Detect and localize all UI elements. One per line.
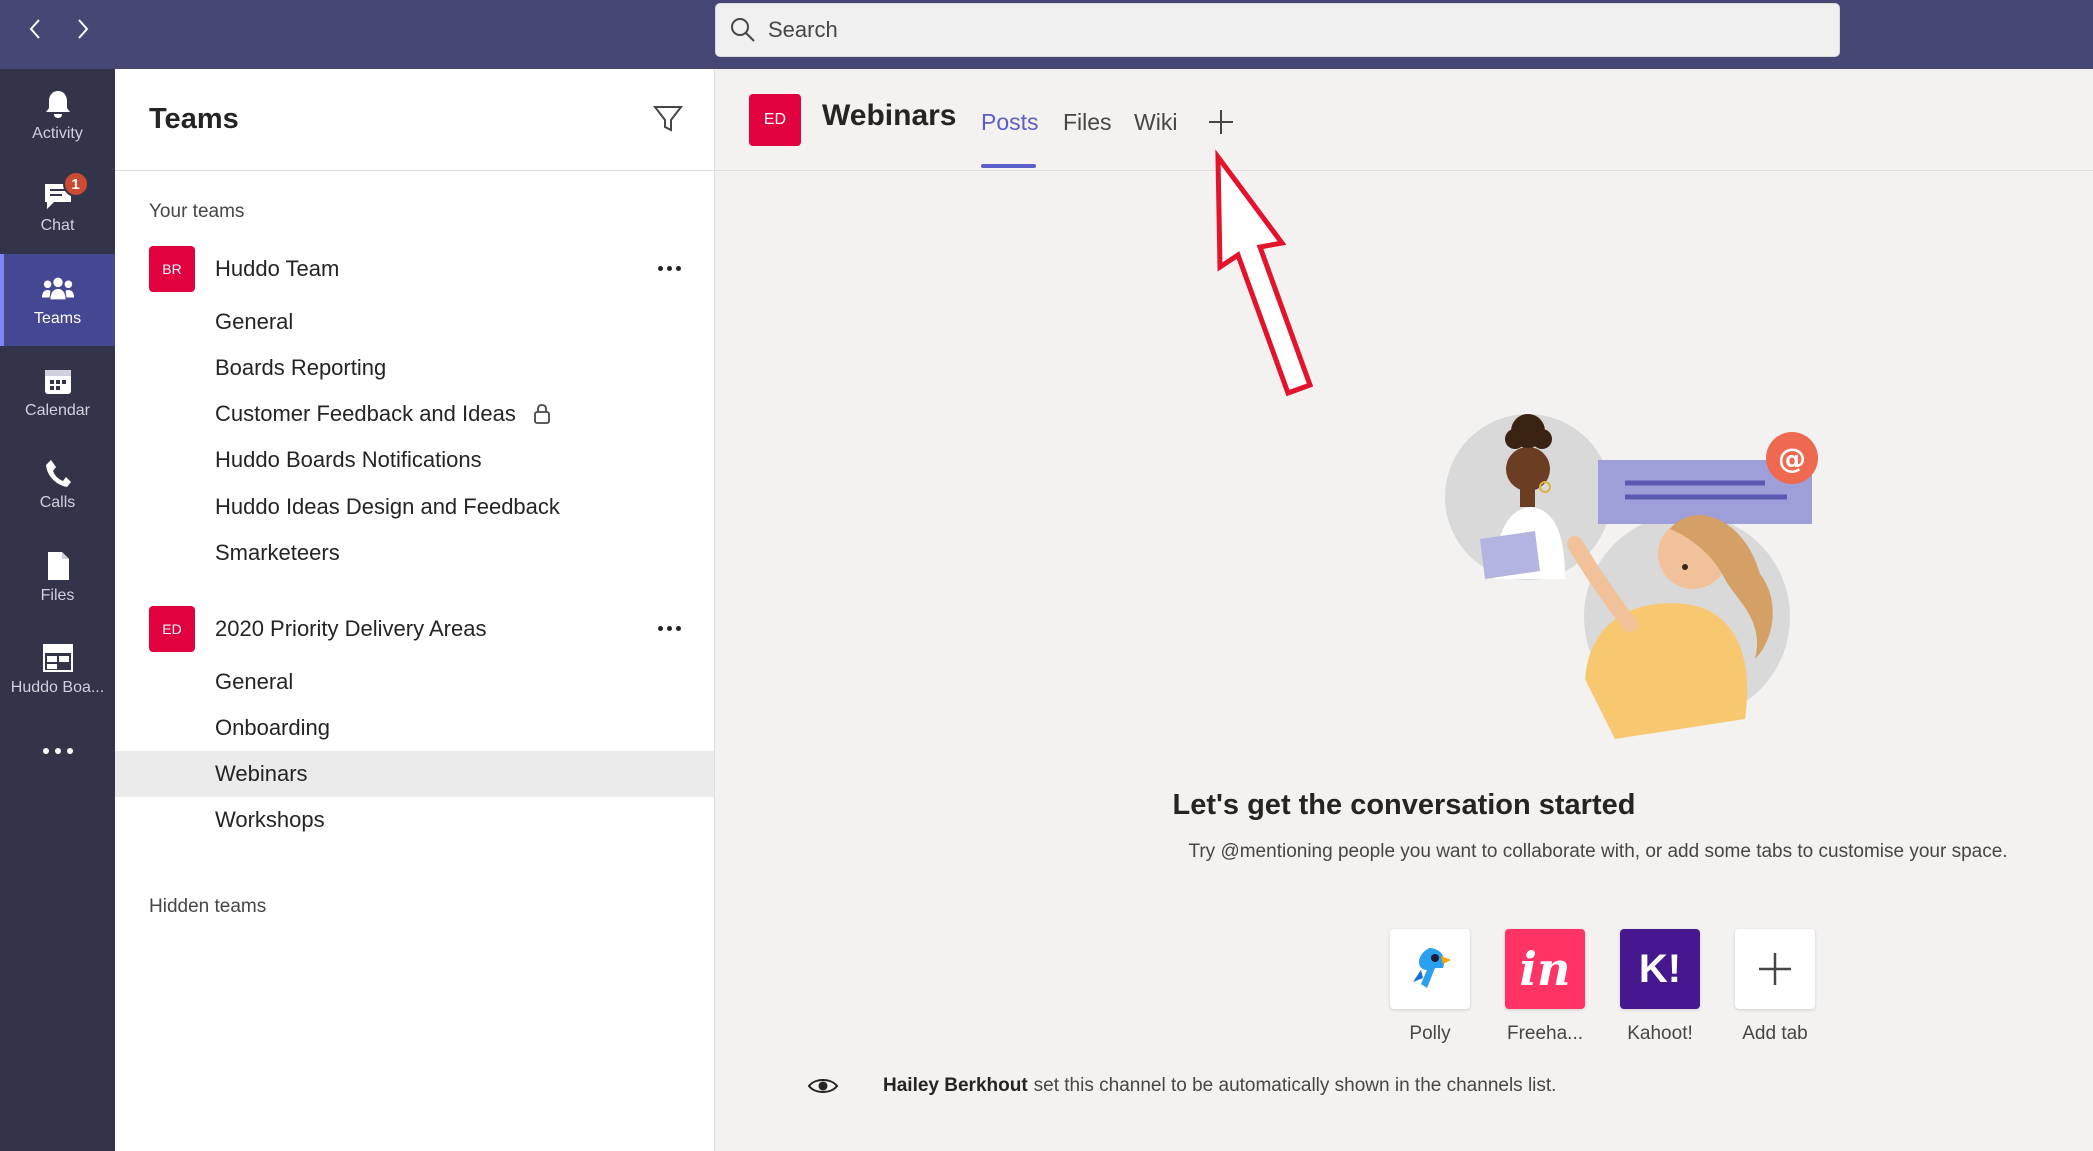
rail-item-calls[interactable]: Calls (0, 438, 115, 530)
add-tab-plus-icon[interactable] (1205, 106, 1237, 138)
notice-user: Hailey Berkhout (883, 1075, 1028, 1096)
channel-header: ED Webinars Posts Files Wiki (715, 69, 2093, 171)
team-more-icon[interactable] (649, 613, 689, 643)
team-more-icon[interactable] (649, 253, 689, 283)
search-placeholder: Search (768, 17, 838, 42)
rail-label: Huddo Boa... (10, 679, 105, 696)
channel-item[interactable]: Workshops (115, 797, 714, 843)
team-avatar: ED (149, 606, 195, 652)
boards-app-icon (41, 641, 75, 675)
rail-label: Calendar (25, 402, 90, 419)
search-input[interactable]: Search (715, 3, 1840, 57)
channel-label: Customer Feedback and Ideas (215, 401, 516, 426)
app-label: Kahoot! (1627, 1023, 1693, 1044)
rail-label: Activity (32, 125, 83, 142)
teams-icon (41, 272, 75, 306)
team-name: 2020 Priority Delivery Areas (215, 616, 487, 641)
hidden-teams-label[interactable]: Hidden teams (149, 896, 266, 918)
chat-icon: 1 (41, 171, 89, 213)
channel-item[interactable]: Smarketeers (115, 530, 714, 576)
app-rail: Activity 1 Chat Teams Calendar Calls Fil… (0, 69, 115, 1151)
rail-item-activity[interactable]: Activity (0, 69, 115, 161)
channel-item[interactable]: Huddo Boards Notifications (115, 437, 714, 483)
channel-item-private[interactable]: Customer Feedback and Ideas (115, 391, 714, 437)
eye-icon (807, 1075, 839, 1097)
file-icon (41, 549, 75, 583)
channel-item[interactable]: Onboarding (115, 705, 714, 751)
channel-title: Webinars (822, 99, 957, 132)
team-huddo-team[interactable]: BR Huddo Team (149, 245, 689, 293)
team-avatar: BR (149, 246, 195, 292)
team-name: Huddo Team (215, 256, 340, 281)
app-kahoot[interactable]: K! Kahoot! (1618, 929, 1702, 1045)
app-label: Polly (1409, 1023, 1451, 1044)
unread-badge: 1 (62, 171, 89, 197)
app-add-tab[interactable]: Add tab (1733, 929, 1817, 1045)
more-apps-icon (41, 734, 75, 768)
channel-item[interactable]: General (115, 659, 714, 705)
search-icon (728, 15, 758, 45)
empty-state-title: Let's get the conversation started (1172, 789, 1636, 821)
empty-state-subtitle: Try @mentioning people you want to colla… (1188, 841, 2008, 862)
tab-posts[interactable]: Posts (981, 109, 1039, 136)
system-notice: Hailey Berkhout set this channel to be a… (807, 1075, 1556, 1097)
notice-text: set this channel to be automatically sho… (1033, 1075, 1557, 1096)
chevron-left-icon (29, 19, 40, 39)
title-bar: Search (0, 0, 2093, 69)
your-teams-label: Your teams (149, 201, 245, 222)
polly-app-icon (1390, 929, 1470, 1009)
kahoot-app-icon: K! (1620, 929, 1700, 1009)
panel-header: Teams (115, 69, 714, 171)
annotation-arrow-icon (1215, 149, 1314, 397)
panel-title: Teams (149, 103, 239, 135)
team-2020-priority-delivery-areas[interactable]: ED 2020 Priority Delivery Areas (149, 605, 689, 653)
channel-item[interactable]: Boards Reporting (115, 345, 714, 391)
active-tab-indicator (981, 164, 1036, 168)
rail-item-teams[interactable]: Teams (0, 254, 115, 346)
app-polly[interactable]: Polly (1388, 929, 1472, 1045)
bell-icon (41, 87, 75, 121)
more-apps-button[interactable] (0, 723, 115, 783)
tab-files[interactable]: Files (1063, 109, 1112, 136)
teams-panel: Teams Your teams BR Huddo Team General B… (115, 69, 715, 1151)
filter-icon[interactable] (652, 103, 684, 135)
channel-item-selected[interactable]: Webinars (115, 751, 714, 797)
rail-label: Files (40, 587, 75, 604)
forward-button[interactable] (68, 14, 98, 44)
rail-label: Teams (33, 310, 82, 327)
app-label: Add tab (1742, 1023, 1808, 1044)
app-freehand[interactable]: in Freeha... (1503, 929, 1587, 1045)
plus-icon (1735, 929, 1815, 1009)
channel-avatar: ED (749, 94, 801, 146)
chevron-right-icon (78, 19, 89, 39)
lock-icon (532, 403, 552, 425)
rail-item-files[interactable]: Files (0, 531, 115, 623)
channel-item[interactable]: Huddo Ideas Design and Feedback (115, 484, 714, 530)
svg-text:@: @ (1778, 442, 1806, 475)
app-label: Freeha... (1506, 1023, 1584, 1044)
conversation-illustration: @ (1445, 414, 1818, 739)
rail-label: Calls (39, 494, 76, 511)
channel-view: ED Webinars Posts Files Wiki @ Let's get… (715, 69, 2093, 1151)
suggested-apps: Polly in Freeha... K! Kahoot! Add tab (1388, 929, 1817, 1045)
rail-item-calendar[interactable]: Calendar (0, 346, 115, 438)
channel-item[interactable]: General (115, 299, 714, 345)
invision-freehand-app-icon: in (1505, 929, 1585, 1009)
calendar-icon (41, 364, 75, 398)
rail-label: Chat (40, 217, 75, 234)
tab-wiki[interactable]: Wiki (1134, 109, 1177, 136)
phone-icon (41, 456, 75, 490)
rail-item-huddo-boards[interactable]: Huddo Boa... (0, 623, 115, 715)
rail-item-chat[interactable]: 1 Chat (0, 161, 115, 253)
back-button[interactable] (20, 14, 50, 44)
